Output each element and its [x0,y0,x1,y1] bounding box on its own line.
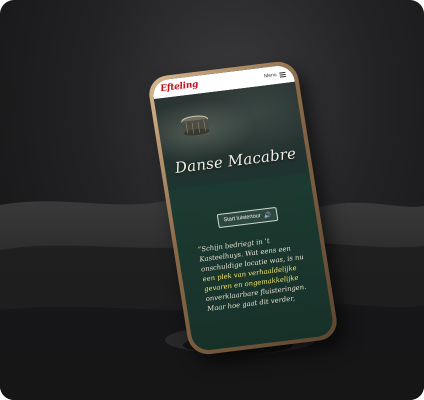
speaker-icon: 🔊 [263,212,272,219]
hamburger-icon [279,71,286,78]
well-icon [181,115,210,136]
start-audio-tour-button[interactable]: Start luistertour 🔊 [216,206,279,229]
menu-label: Menu [263,72,278,80]
efteling-logo[interactable]: Efteling [160,80,199,94]
start-audio-tour-label: Start luistertour [223,212,262,224]
menu-button[interactable]: Menu [263,71,286,80]
hero-image: Danse Macabre [153,81,310,190]
product-mockup-scene: Efteling Menu Danse Macabre Start luiste… [0,0,424,400]
story-text: “Schijn bedriegt in ’t Kasteelhuys. Wat … [197,231,317,314]
page-title: Danse Macabre [173,144,298,177]
